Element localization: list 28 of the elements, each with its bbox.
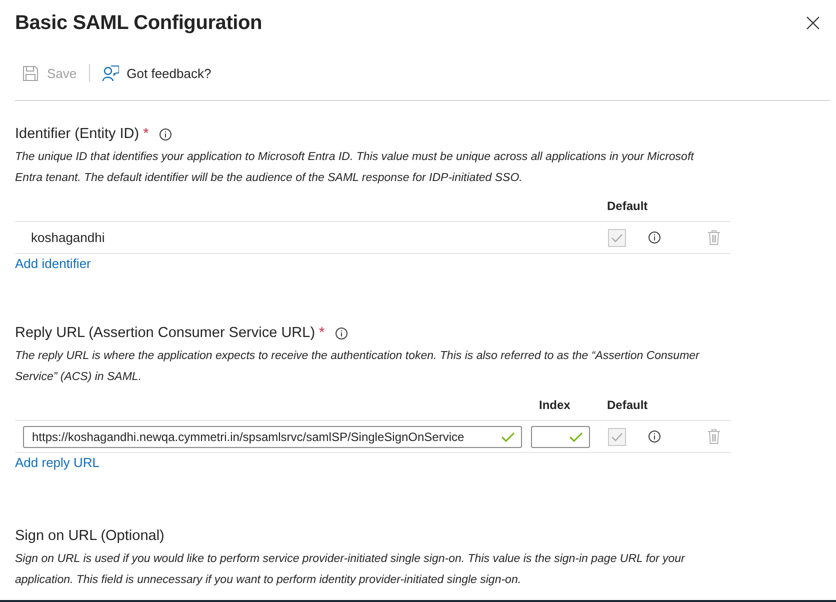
person-speech-icon: [102, 64, 119, 82]
add-link[interactable]: Add identifier: [15, 256, 91, 271]
close-icon[interactable]: [806, 16, 820, 30]
feedback-button[interactable]: Got feedback?: [94, 60, 220, 86]
required-mark: *: [143, 126, 149, 142]
section-description: The reply URL is where the application expects to receive the authentication token. This is also referred to as the “Assertion Consumer Service” (ACS) in SAML.: [15, 349, 701, 385]
column-header: Default: [606, 398, 649, 412]
add-link[interactable]: Add reply URL: [15, 455, 100, 470]
default-checkbox[interactable]: [608, 428, 626, 446]
url-input-field[interactable]: https://koshagandhi.newqa.cymmetri.in/spsamlsrvc/samlSP/SingleSignOnService: [23, 426, 522, 448]
column-header: Default: [606, 199, 649, 213]
table-cell-text: koshagandhi: [30, 230, 106, 245]
info-icon[interactable]: [648, 231, 661, 244]
section-heading: Sign on URL (Optional): [15, 528, 164, 544]
checkmark-icon: [611, 232, 623, 242]
section-description: Sign on URL is used if you would like to perform service provider-initiated single sign-on. This value is the sign-in page URL for your application. This field is unnecessary if you want to perform identity provider-initiated single sign-on.: [15, 552, 686, 588]
checkmark-icon: [611, 432, 623, 442]
section-heading: Reply URL (Assertion Consumer Service URL): [15, 325, 316, 341]
section-description: The unique ID that identifies your application to Microsoft Entra ID. This value must be unique across all applications in your Microsoft Entra tenant. The default identifier will be the audience of the SAML response for IDP-initiated SSO.: [15, 150, 696, 186]
section-heading: Identifier (Entity ID): [15, 126, 140, 142]
column-header: Index: [538, 398, 572, 412]
info-icon[interactable]: [334, 326, 348, 340]
index-input-field[interactable]: [531, 426, 590, 448]
required-mark: *: [319, 325, 325, 341]
panel-title: Basic SAML Configuration: [15, 12, 262, 34]
default-checkbox[interactable]: [608, 228, 626, 246]
info-icon[interactable]: [648, 430, 661, 443]
info-icon[interactable]: [158, 128, 172, 140]
